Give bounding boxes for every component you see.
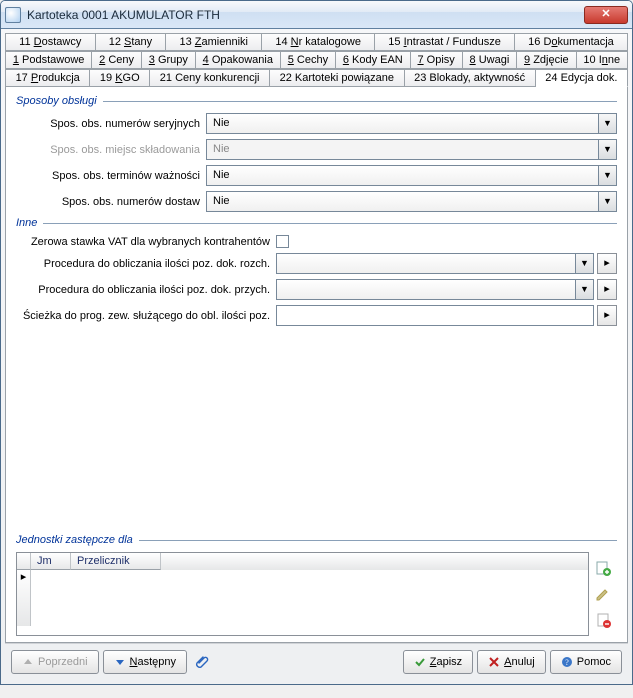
group-jednostki-legend: Jednostki zastępcze dla — [16, 534, 133, 546]
tab[interactable]: 9 Zdjęcie — [517, 51, 576, 69]
window-title: Kartoteka 0001 AKUMULATOR FTH — [27, 8, 584, 22]
help-button[interactable]: ? Pomoc — [550, 650, 622, 674]
tab-strip: 11 Dostawcy12 Stany13 Zamienniki14 Nr ka… — [5, 33, 628, 87]
grid-jednostki[interactable]: Jm Przelicznik ▸ — [16, 552, 589, 636]
tab[interactable]: 21 Ceny konkurencji — [150, 69, 270, 87]
browse-proc-rozch[interactable]: ▸ — [597, 253, 617, 274]
combo-seryjne[interactable]: Nie — [206, 113, 599, 134]
tab[interactable]: 3 Grupy — [142, 51, 196, 69]
browse-sciezka-prog[interactable]: ▸ — [597, 305, 617, 326]
label-proc-przych: Procedura do obliczania ilości poz. dok.… — [16, 284, 276, 296]
app-icon — [5, 7, 21, 23]
next-button[interactable]: Następny — [103, 650, 187, 674]
col-przelicznik[interactable]: Przelicznik — [71, 553, 161, 570]
label-spos-seryjne: Spos. obs. numerów seryjnych — [16, 118, 206, 130]
save-button[interactable]: Zapisz — [403, 650, 473, 674]
cancel-button[interactable]: Anuluj — [477, 650, 546, 674]
combo-proc-rozch[interactable] — [276, 253, 576, 274]
combo-terminy[interactable]: Nie — [206, 165, 599, 186]
help-icon: ? — [561, 656, 573, 668]
close-button[interactable]: ✕ — [584, 6, 628, 24]
tab[interactable]: 12 Stany — [96, 33, 167, 51]
check-icon — [414, 656, 426, 668]
combo-dostaw-btn[interactable]: ▼ — [599, 191, 617, 212]
combo-seryjne-btn[interactable]: ▼ — [599, 113, 617, 134]
combo-proc-rozch-btn[interactable]: ▼ — [576, 253, 594, 274]
tab[interactable]: 2 Ceny — [92, 51, 142, 69]
row-marker: ▸ — [17, 570, 31, 626]
checkbox-zerowa-vat[interactable] — [276, 235, 289, 248]
grid-delete-icon[interactable] — [595, 612, 611, 628]
tab[interactable]: 13 Zamienniki — [166, 33, 262, 51]
tab[interactable]: 24 Edycja dok. — [536, 69, 628, 87]
tab[interactable]: 1 Podstawowe — [5, 51, 92, 69]
combo-proc-przych[interactable] — [276, 279, 576, 300]
grid-edit-icon[interactable] — [595, 586, 611, 602]
group-sposoby-legend: Sposoby obsługi — [16, 95, 97, 107]
tab[interactable]: 22 Kartoteki powiązane — [270, 69, 404, 87]
tab[interactable]: 11 Dostawcy — [5, 33, 96, 51]
prev-button[interactable]: Poprzedni — [11, 650, 99, 674]
tab[interactable]: 14 Nr katalogowe — [262, 33, 375, 51]
tab[interactable]: 19 KGO — [90, 69, 150, 87]
combo-miejsca: Nie — [206, 139, 599, 160]
tab[interactable]: 23 Blokady, aktywność — [405, 69, 536, 87]
grid-add-icon[interactable] — [595, 560, 611, 576]
tab[interactable]: 5 Cechy — [281, 51, 336, 69]
tab[interactable]: 17 Produkcja — [5, 69, 90, 87]
label-zerowa-vat: Zerowa stawka VAT dla wybranych kontrahe… — [16, 236, 276, 248]
arrow-down-icon — [114, 656, 126, 668]
label-sciezka-prog: Ścieżka do prog. zew. służącego do obl. … — [16, 310, 276, 322]
tab[interactable]: 7 Opisy — [411, 51, 463, 69]
browse-proc-przych[interactable]: ▸ — [597, 279, 617, 300]
label-spos-dostaw: Spos. obs. numerów dostaw — [16, 196, 206, 208]
attachment-icon[interactable] — [191, 650, 215, 674]
arrow-up-icon — [22, 656, 34, 668]
tab[interactable]: 8 Uwagi — [463, 51, 517, 69]
label-spos-miejsca: Spos. obs. miejsc składowania — [16, 144, 206, 156]
label-proc-rozch: Procedura do obliczania ilości poz. dok.… — [16, 258, 276, 270]
group-inne-legend: Inne — [16, 217, 37, 229]
combo-proc-przych-btn[interactable]: ▼ — [576, 279, 594, 300]
titlebar: Kartoteka 0001 AKUMULATOR FTH ✕ — [1, 1, 632, 29]
tab[interactable]: 16 Dokumentacja — [515, 33, 628, 51]
combo-terminy-btn[interactable]: ▼ — [599, 165, 617, 186]
tab[interactable]: 15 Intrastat / Fundusze — [375, 33, 515, 51]
combo-dostaw[interactable]: Nie — [206, 191, 599, 212]
svg-text:?: ? — [565, 658, 569, 667]
tab[interactable]: 4 Opakowania — [196, 51, 281, 69]
x-icon — [488, 656, 500, 668]
combo-miejsca-btn: ▼ — [599, 139, 617, 160]
label-spos-terminy: Spos. obs. terminów ważności — [16, 170, 206, 182]
tab[interactable]: 6 Kody EAN — [336, 51, 411, 69]
input-sciezka-prog[interactable] — [276, 305, 594, 326]
tab[interactable]: 10 Inne — [577, 51, 628, 69]
col-jm[interactable]: Jm — [31, 553, 71, 570]
